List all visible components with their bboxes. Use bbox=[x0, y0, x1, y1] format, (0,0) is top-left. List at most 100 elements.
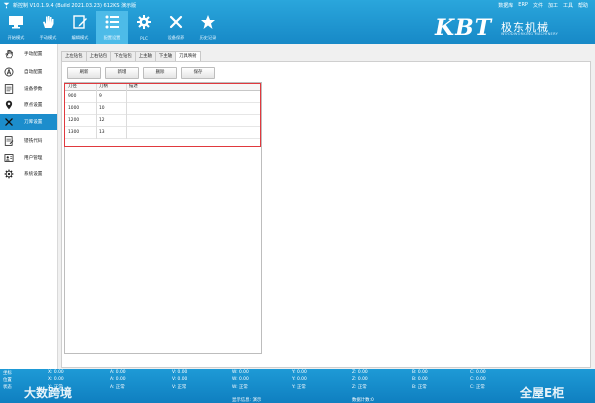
status-message: 显示信息: 演示 bbox=[232, 398, 262, 403]
tools-icon bbox=[169, 15, 183, 29]
status-value: B: 0.00 bbox=[412, 377, 428, 382]
title-bar: 新控制 V10.1.9.4 (Build 2021.03.23) 612KS 演… bbox=[0, 0, 595, 11]
status-value: Y: 0.00 bbox=[292, 377, 307, 382]
status-value: X: 0.00 bbox=[48, 370, 64, 375]
tab-lower-spindle[interactable]: 下主轴 bbox=[154, 51, 177, 61]
code-icon bbox=[4, 136, 14, 146]
status-value: V: 正常 bbox=[172, 385, 187, 390]
sidebar-item-device-params[interactable]: 设备参数 bbox=[0, 81, 57, 97]
status-value: Z: 正常 bbox=[352, 385, 367, 390]
sidebar-item-user-management[interactable]: 用户管理 bbox=[0, 150, 57, 166]
auto-icon bbox=[4, 67, 14, 77]
status-value: B: 正常 bbox=[412, 385, 427, 390]
tab-upper-spindle[interactable]: 上主轴 bbox=[134, 51, 156, 61]
star-icon bbox=[201, 15, 215, 29]
brand-mark: KBT bbox=[435, 15, 493, 41]
sidebar-item-milling-code[interactable]: 镂铣代码 bbox=[0, 133, 57, 149]
window-title: 新控制 V10.1.9.4 (Build 2021.03.23) 612KS 演… bbox=[13, 3, 137, 9]
status-bar: 坐标 X: 0.00 A: 0.00 V: 0.00 W: 0.00 Y: 0.… bbox=[0, 369, 595, 403]
tab-tool-mapping[interactable]: 刀具映射 bbox=[175, 51, 201, 61]
status-value: A: 0.00 bbox=[110, 370, 126, 375]
hand-icon bbox=[43, 16, 54, 28]
sidebar-item-label: 用户管理 bbox=[24, 156, 43, 161]
sidebar-item-label: 镂铣代码 bbox=[24, 139, 43, 144]
status-value: Z: 0.00 bbox=[352, 370, 368, 375]
save-button[interactable]: 保存 bbox=[181, 67, 215, 79]
params-icon bbox=[4, 84, 14, 94]
sidebar-item-manual-config[interactable]: 手动配置 bbox=[0, 46, 57, 62]
sidebar-item-label: 原点设置 bbox=[24, 103, 43, 108]
toolbar-label: 配置设置 bbox=[103, 35, 121, 40]
sidebar-item-label: 自动配置 bbox=[24, 70, 43, 75]
toolbar-edit-mode[interactable]: 编辑模式 bbox=[64, 11, 96, 44]
toolbar-label: 手动模式 bbox=[39, 35, 57, 40]
toolbar-label: PLC bbox=[140, 36, 148, 41]
status-value: A: 正常 bbox=[110, 385, 125, 390]
status-value: W: 0.00 bbox=[232, 377, 249, 382]
tools-icon bbox=[5, 118, 13, 126]
add-button[interactable]: 新增 bbox=[105, 67, 139, 79]
status-value: V: 0.00 bbox=[172, 370, 188, 375]
toolbar-manual-mode[interactable]: 手动模式 bbox=[32, 11, 64, 44]
status-value: C: 0.00 bbox=[470, 370, 486, 375]
status-value: Y: 0.00 bbox=[292, 370, 307, 375]
refresh-button[interactable]: 刷新 bbox=[67, 67, 101, 79]
toolbar-label: 开始模式 bbox=[7, 35, 25, 40]
location-icon bbox=[5, 100, 13, 110]
watermark-right: 全屋E柜 bbox=[520, 386, 565, 400]
sidebar-item-label: 刀库设置 bbox=[24, 120, 43, 125]
menu-erp[interactable]: ERP bbox=[518, 2, 528, 9]
gear-icon bbox=[4, 169, 14, 179]
watermark-left: 大数跨境 bbox=[24, 386, 73, 400]
sidebar-item-origin-settings[interactable]: 原点设置 bbox=[0, 97, 57, 113]
toolbar-plc[interactable]: PLC bbox=[128, 11, 160, 44]
brand-english: WOODWORKING MACHINERY bbox=[501, 32, 559, 36]
delete-button[interactable]: 删除 bbox=[143, 67, 177, 79]
top-menu: 数据库 ERP 文件 加工 工具 帮助 bbox=[498, 2, 588, 9]
sidebar-item-auto-config[interactable]: 自动配置 bbox=[0, 64, 57, 80]
sidebar-item-tool-magazine[interactable]: 刀库设置 bbox=[0, 114, 57, 130]
sidebar-item-label: 手动配置 bbox=[24, 52, 43, 57]
edit-icon bbox=[73, 15, 87, 29]
toolbar-label: 编辑模式 bbox=[71, 35, 89, 40]
tab-bar: 上左钻包 上右钻包 下左钻包 上主轴 下主轴 刀具映射 bbox=[61, 51, 201, 61]
sidebar-item-label: 设备参数 bbox=[24, 87, 43, 92]
status-value: W: 0.00 bbox=[232, 370, 249, 375]
monitor-icon bbox=[9, 16, 23, 29]
hand-icon bbox=[5, 49, 13, 59]
toolbar-label: 历史记录 bbox=[199, 35, 217, 40]
menu-process[interactable]: 加工 bbox=[548, 2, 558, 9]
status-value: Y: 正常 bbox=[292, 385, 306, 390]
status-value: X: 0.00 bbox=[48, 377, 64, 382]
tab-lower-left-drill[interactable]: 下左钻包 bbox=[110, 51, 136, 61]
tab-upper-right-drill[interactable]: 上右钻包 bbox=[85, 51, 112, 61]
tab-upper-left-drill[interactable]: 上左钻包 bbox=[61, 51, 87, 61]
status-row-coordinates: 坐标 X: 0.00 A: 0.00 V: 0.00 W: 0.00 Y: 0.… bbox=[0, 369, 595, 376]
status-value: V: 0.00 bbox=[172, 377, 188, 382]
data-count: 数据计数:0 bbox=[352, 398, 374, 403]
menu-database[interactable]: 数据库 bbox=[498, 2, 513, 9]
status-value: Z: 0.00 bbox=[352, 377, 368, 382]
toolbar-history[interactable]: 历史记录 bbox=[192, 11, 224, 44]
sidebar: 手动配置 自动配置 设备参数 原点设置 刀库设置 镂铣代码 用户管理 系统设置 bbox=[0, 44, 58, 369]
main-toolbar: 开始模式 手动模式 编辑模式 配置设置 PLC 设备保养 历史记录 bbox=[0, 11, 224, 44]
list-icon bbox=[105, 15, 119, 29]
action-buttons: 刷新 新增 删除 保存 bbox=[67, 67, 215, 79]
user-icon bbox=[4, 154, 14, 162]
menu-tools[interactable]: 工具 bbox=[563, 2, 573, 9]
toolbar-config[interactable]: 配置设置 bbox=[96, 11, 128, 44]
toolbar-label: 设备保养 bbox=[167, 35, 185, 40]
status-value: A: 0.00 bbox=[110, 377, 126, 382]
toolbar-maintenance[interactable]: 设备保养 bbox=[160, 11, 192, 44]
toolbar-start-mode[interactable]: 开始模式 bbox=[0, 11, 32, 44]
brand-logo: KBT 极东机械 WOODWORKING MACHINERY bbox=[435, 15, 559, 41]
status-row-state: 状态 X: 正常 A: 正常 V: 正常 W: 正常 Y: 正常 Z: 正常 B… bbox=[0, 383, 595, 390]
sidebar-item-label: 系统设置 bbox=[24, 172, 43, 177]
sidebar-item-system-settings[interactable]: 系统设置 bbox=[0, 166, 57, 182]
status-value: W: 正常 bbox=[232, 385, 248, 390]
highlight-box bbox=[64, 83, 261, 147]
menu-help[interactable]: 帮助 bbox=[578, 2, 588, 9]
menu-file[interactable]: 文件 bbox=[533, 2, 543, 9]
main-content: 上左钻包 上右钻包 下左钻包 上主轴 下主轴 刀具映射 刷新 新增 删除 保存 … bbox=[58, 44, 595, 369]
app-logo-icon bbox=[3, 2, 10, 9]
